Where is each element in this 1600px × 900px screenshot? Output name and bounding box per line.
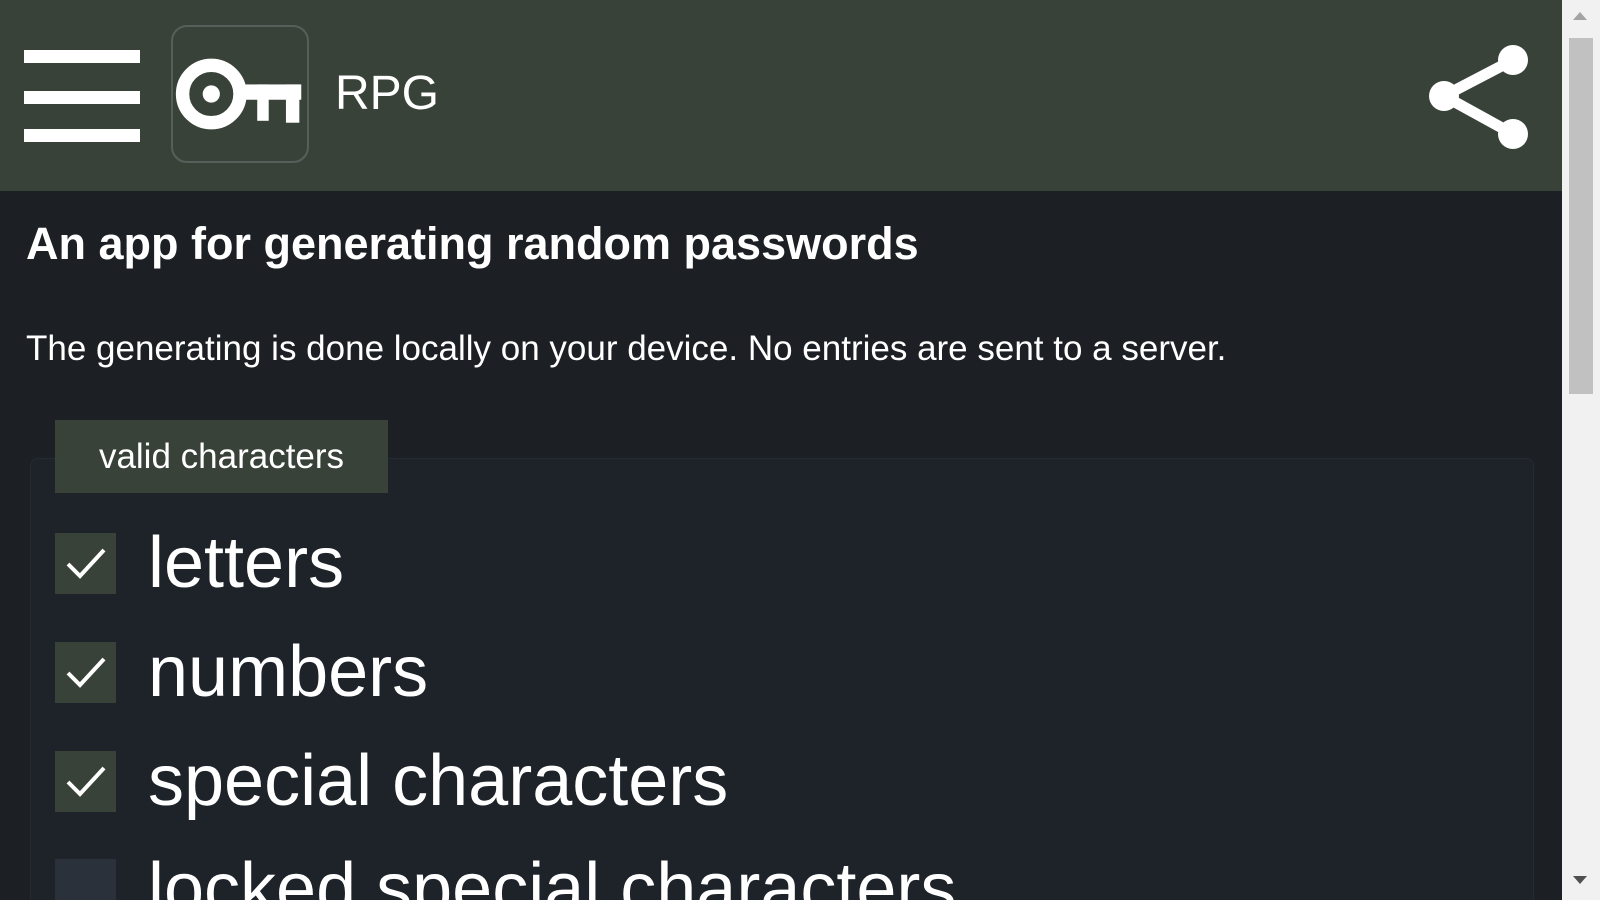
scrollbar[interactable] <box>1562 0 1600 900</box>
menu-button[interactable] <box>24 46 140 150</box>
scroll-down-arrow-icon[interactable] <box>1573 876 1587 884</box>
page-heading: An app for generating random passwords <box>26 218 919 269</box>
key-icon <box>175 58 302 130</box>
locked-special-characters-checkbox[interactable] <box>55 858 116 900</box>
letters-checkbox[interactable] <box>55 532 116 594</box>
special-characters-checkbox[interactable] <box>55 750 116 812</box>
valid-characters-legend: valid characters <box>55 420 388 493</box>
menu-line <box>24 50 140 63</box>
option-numbers[interactable]: numbers <box>55 632 428 712</box>
page-description: The generating is done locally on your d… <box>26 329 1227 368</box>
check-icon <box>66 766 105 797</box>
app-bar: RPG <box>0 0 1562 191</box>
numbers-checkbox[interactable] <box>55 641 116 703</box>
numbers-label: numbers <box>148 632 429 712</box>
letters-label: letters <box>148 523 345 603</box>
share-icon <box>1429 45 1528 149</box>
app-name: RPG <box>335 67 440 120</box>
app-logo <box>171 25 309 163</box>
special-characters-label: special characters <box>148 741 729 821</box>
menu-line <box>24 91 140 104</box>
option-letters[interactable]: letters <box>55 523 344 603</box>
share-button[interactable] <box>1428 44 1528 150</box>
option-locked-special-characters[interactable]: locked special characters <box>55 849 956 900</box>
check-icon <box>66 548 105 579</box>
check-icon <box>66 657 105 688</box>
locked-special-characters-label: locked special characters <box>148 849 957 900</box>
scrollbar-thumb[interactable] <box>1569 38 1593 394</box>
menu-line <box>24 129 140 142</box>
option-special-characters[interactable]: special characters <box>55 741 728 821</box>
scroll-up-arrow-icon[interactable] <box>1573 12 1587 20</box>
page: RPG An app for generating random passwor… <box>0 0 1600 900</box>
